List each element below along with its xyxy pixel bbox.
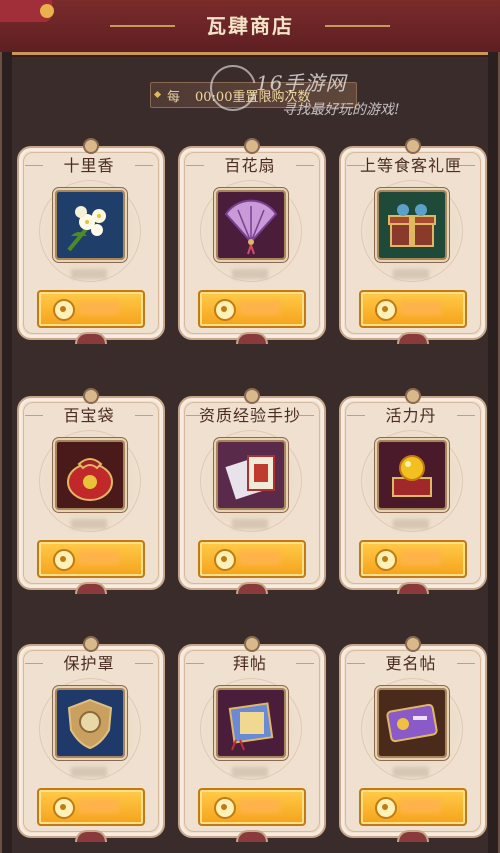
- coin-icon: [375, 549, 397, 571]
- shop-item-card[interactable]: 更名帖: [339, 636, 487, 842]
- shop-item-card[interactable]: 百宝袋: [17, 388, 165, 594]
- buy-button[interactable]: [37, 290, 145, 328]
- buy-button[interactable]: [359, 788, 467, 826]
- card-foot: [75, 332, 107, 344]
- item-quantity: [71, 519, 107, 529]
- shop-title: 瓦肆商店: [206, 14, 294, 38]
- buy-button[interactable]: [359, 540, 467, 578]
- watermark-line2: 寻找最好玩的游戏!: [282, 102, 400, 118]
- card-foot: [397, 582, 429, 594]
- card-foot: [75, 830, 107, 842]
- jasmine-flower-icon: [55, 190, 125, 260]
- item-name: 拜帖: [232, 654, 267, 673]
- coin-icon: [375, 299, 397, 321]
- item-price: [79, 799, 119, 813]
- item-quantity: [393, 269, 429, 279]
- card-foot: [75, 582, 107, 594]
- item-quantity: [71, 269, 107, 279]
- buy-button[interactable]: [359, 290, 467, 328]
- item-price: [240, 301, 280, 315]
- item-price: [401, 799, 441, 813]
- item-name: 更名帖: [385, 654, 437, 673]
- coin-icon: [214, 299, 236, 321]
- shop-item-card[interactable]: 活力丹: [339, 388, 487, 594]
- item-price: [401, 301, 441, 315]
- treasure-bag-icon: [55, 440, 125, 510]
- shop-item-card[interactable]: 保护罩: [17, 636, 165, 842]
- shop-item-card[interactable]: 十里香: [17, 138, 165, 344]
- manuscript-icon: [216, 440, 286, 510]
- buy-button[interactable]: [198, 290, 306, 328]
- item-price: [79, 551, 119, 565]
- item-quantity: [232, 269, 268, 279]
- item-name: 资质经验手抄: [198, 406, 301, 425]
- item-price: [240, 551, 280, 565]
- vitality-pill-icon: [377, 440, 447, 510]
- shop-item-card[interactable]: 上等食客礼匣: [339, 138, 487, 344]
- item-quantity: [71, 767, 107, 777]
- invitation-card-icon: [216, 688, 286, 758]
- card-foot: [236, 582, 268, 594]
- item-price: [79, 301, 119, 315]
- coin-icon: [53, 299, 75, 321]
- coin-icon: [214, 549, 236, 571]
- coin-icon: [375, 797, 397, 819]
- card-foot: [236, 830, 268, 842]
- item-quantity: [393, 519, 429, 529]
- item-name: 十里香: [63, 156, 115, 175]
- coin-icon: [53, 797, 75, 819]
- watermark-logo-icon: [210, 65, 256, 111]
- notice-diamond-icon: [153, 90, 162, 99]
- watermark: 16手游网 寻找最好玩的游戏!: [210, 65, 450, 125]
- shop-item-card[interactable]: 百花扇: [178, 138, 326, 344]
- buy-button[interactable]: [198, 540, 306, 578]
- item-quantity: [232, 767, 268, 777]
- item-price: [401, 551, 441, 565]
- item-quantity: [232, 519, 268, 529]
- notice-prefix: 每: [167, 90, 181, 105]
- buy-button[interactable]: [198, 788, 306, 826]
- item-name: 上等食客礼匣: [359, 156, 462, 175]
- watermark-line1: 16手游网: [256, 71, 347, 95]
- side-rail: [0, 52, 12, 853]
- shop-item-card[interactable]: 资质经验手抄: [178, 388, 326, 594]
- shop-header: 瓦肆商店: [0, 0, 500, 55]
- buy-button[interactable]: [37, 788, 145, 826]
- shop-item-card[interactable]: 拜帖: [178, 636, 326, 842]
- item-name: 百宝袋: [63, 406, 115, 425]
- item-price: [240, 799, 280, 813]
- rename-card-icon: [377, 688, 447, 758]
- card-foot: [397, 830, 429, 842]
- side-rail: [488, 52, 500, 853]
- card-foot: [236, 332, 268, 344]
- coin-icon: [214, 797, 236, 819]
- coin-icon: [53, 549, 75, 571]
- shield-icon: [55, 688, 125, 758]
- card-foot: [397, 332, 429, 344]
- gift-box-icon: [377, 190, 447, 260]
- buy-button[interactable]: [37, 540, 145, 578]
- item-name: 保护罩: [63, 654, 115, 673]
- item-quantity: [393, 767, 429, 777]
- item-name: 活力丹: [385, 406, 437, 425]
- flower-fan-icon: [216, 190, 286, 260]
- item-name: 百花扇: [224, 156, 276, 175]
